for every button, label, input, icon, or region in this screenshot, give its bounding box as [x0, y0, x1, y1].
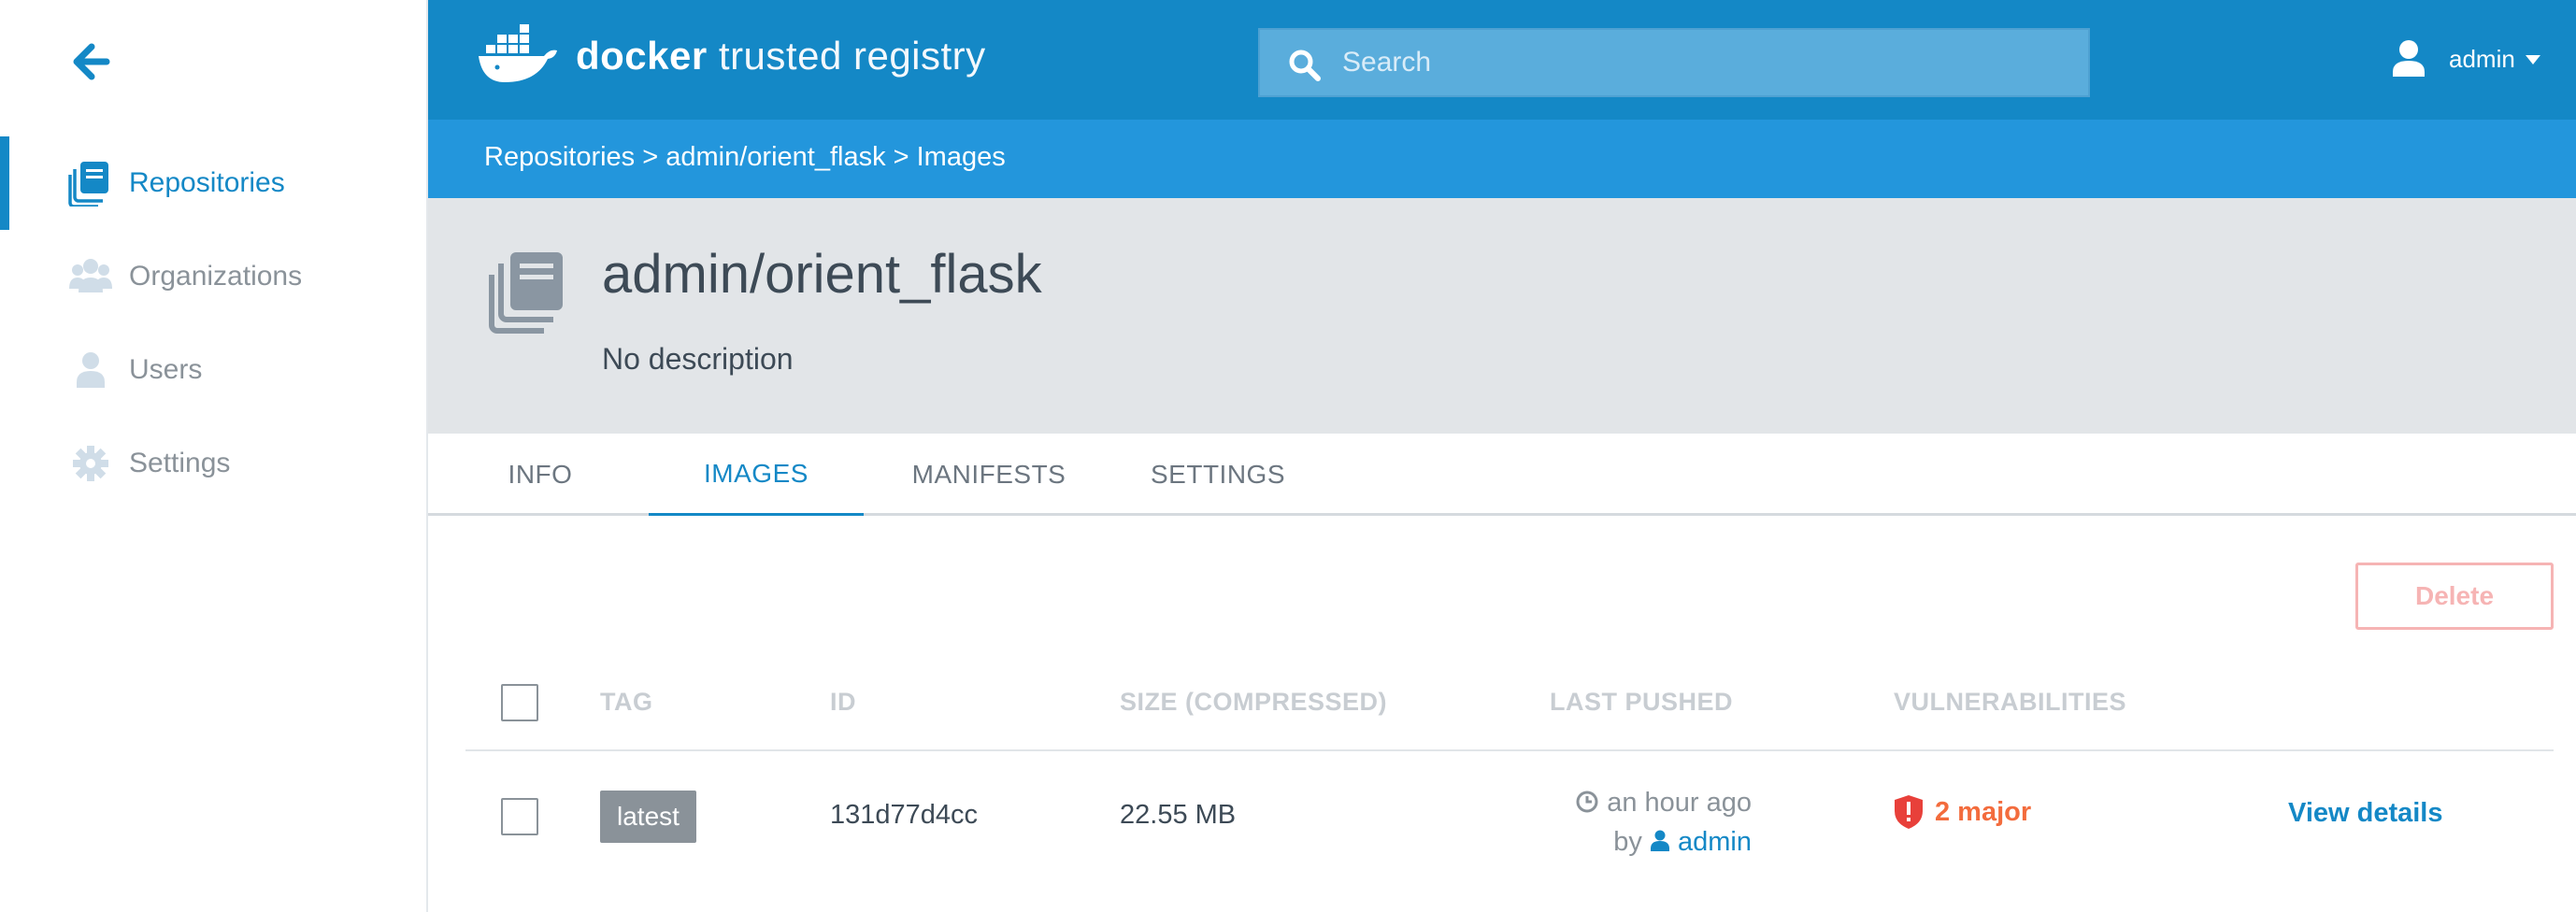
- tag-badge: latest: [600, 791, 696, 843]
- table-row: latest 131d77d4cc 22.55 MB an hour ago b…: [465, 751, 2554, 873]
- tab-manifests[interactable]: MANIFESTS: [895, 434, 1082, 516]
- back-arrow-icon[interactable]: [71, 41, 112, 82]
- sidebar: Repositories Organizations Users Setting…: [0, 0, 428, 912]
- brand-light: trusted registry: [707, 34, 986, 78]
- brand-bold: docker: [576, 34, 708, 78]
- images-panel: Delete TAG ID SIZE (COMPRESSED) LAST PUS…: [428, 516, 2576, 912]
- pushed-time: an hour ago: [1607, 788, 1752, 818]
- search-box[interactable]: [1258, 28, 2090, 97]
- sidebar-item-organizations[interactable]: Organizations: [0, 230, 426, 323]
- chevron-down-icon: [2525, 53, 2541, 64]
- row-checkbox[interactable]: [501, 798, 538, 835]
- docker-whale-logo-icon[interactable]: [477, 24, 561, 86]
- repository-book-icon: [488, 250, 568, 335]
- delete-button[interactable]: Delete: [2355, 563, 2554, 630]
- tab-info[interactable]: INFO: [477, 434, 604, 516]
- column-header-last-pushed[interactable]: LAST PUSHED: [1550, 688, 1733, 717]
- settings-gear-icon: [67, 440, 114, 487]
- image-id: 131d77d4cc: [830, 800, 979, 830]
- sidebar-item-label: Settings: [129, 448, 231, 478]
- pushed-by-user-link[interactable]: admin: [1678, 827, 1752, 857]
- breadcrumb-bar: Repositories > admin/orient_flask > Imag…: [428, 120, 2576, 198]
- column-header-vulnerabilities[interactable]: VULNERABILITIES: [1894, 688, 2126, 717]
- search-input[interactable]: [1342, 30, 2071, 95]
- column-header-id[interactable]: ID: [830, 688, 856, 717]
- user-menu[interactable]: admin: [2391, 36, 2541, 82]
- sidebar-item-label: Users: [129, 354, 203, 385]
- view-details-link[interactable]: View details: [2288, 798, 2443, 829]
- image-size: 22.55 MB: [1120, 800, 1237, 830]
- repository-header: admin/orient_flask No description: [428, 198, 2576, 434]
- column-header-size[interactable]: SIZE (COMPRESSED): [1120, 688, 1387, 717]
- users-icon: [67, 347, 114, 393]
- column-header-tag[interactable]: TAG: [600, 688, 653, 717]
- tab-bar: INFO IMAGES MANIFESTS SETTINGS: [428, 434, 2576, 518]
- sidebar-item-settings[interactable]: Settings: [0, 417, 426, 510]
- pushed-by-line: by admin: [1565, 822, 1752, 862]
- repository-description: No description: [602, 342, 794, 376]
- sidebar-item-label: Organizations: [129, 261, 303, 292]
- organizations-icon: [67, 253, 114, 300]
- repositories-icon: [67, 160, 114, 208]
- shield-alert-icon: [1895, 795, 1923, 829]
- select-all-checkbox[interactable]: [501, 684, 538, 721]
- table-header: TAG ID SIZE (COMPRESSED) LAST PUSHED VUL…: [465, 656, 2554, 751]
- tab-images[interactable]: IMAGES: [649, 434, 864, 518]
- username-label: admin: [2449, 44, 2515, 73]
- tab-settings[interactable]: SETTINGS: [1129, 434, 1307, 516]
- clock-icon: [1576, 791, 1598, 813]
- user-avatar-icon: [2391, 39, 2426, 78]
- pushed-by-prefix: by: [1613, 827, 1642, 857]
- breadcrumb[interactable]: Repositories > admin/orient_flask > Imag…: [484, 142, 1006, 173]
- vulnerability-count: 2 major: [1935, 796, 2032, 827]
- top-navigation-bar: docker trusted registry admin: [428, 0, 2576, 120]
- sidebar-item-users[interactable]: Users: [0, 323, 426, 417]
- search-icon: [1288, 49, 1322, 82]
- page-title: admin/orient_flask: [602, 244, 1042, 305]
- user-icon: [1650, 830, 1669, 851]
- vulnerabilities-summary[interactable]: 2 major: [1894, 794, 2031, 830]
- sidebar-item-repositories[interactable]: Repositories: [0, 136, 426, 230]
- brand-title[interactable]: docker trusted registry: [576, 34, 986, 78]
- sidebar-item-label: Repositories: [129, 167, 285, 198]
- pushed-time-line: an hour ago: [1565, 783, 1752, 822]
- last-pushed: an hour ago by admin: [1565, 783, 1752, 862]
